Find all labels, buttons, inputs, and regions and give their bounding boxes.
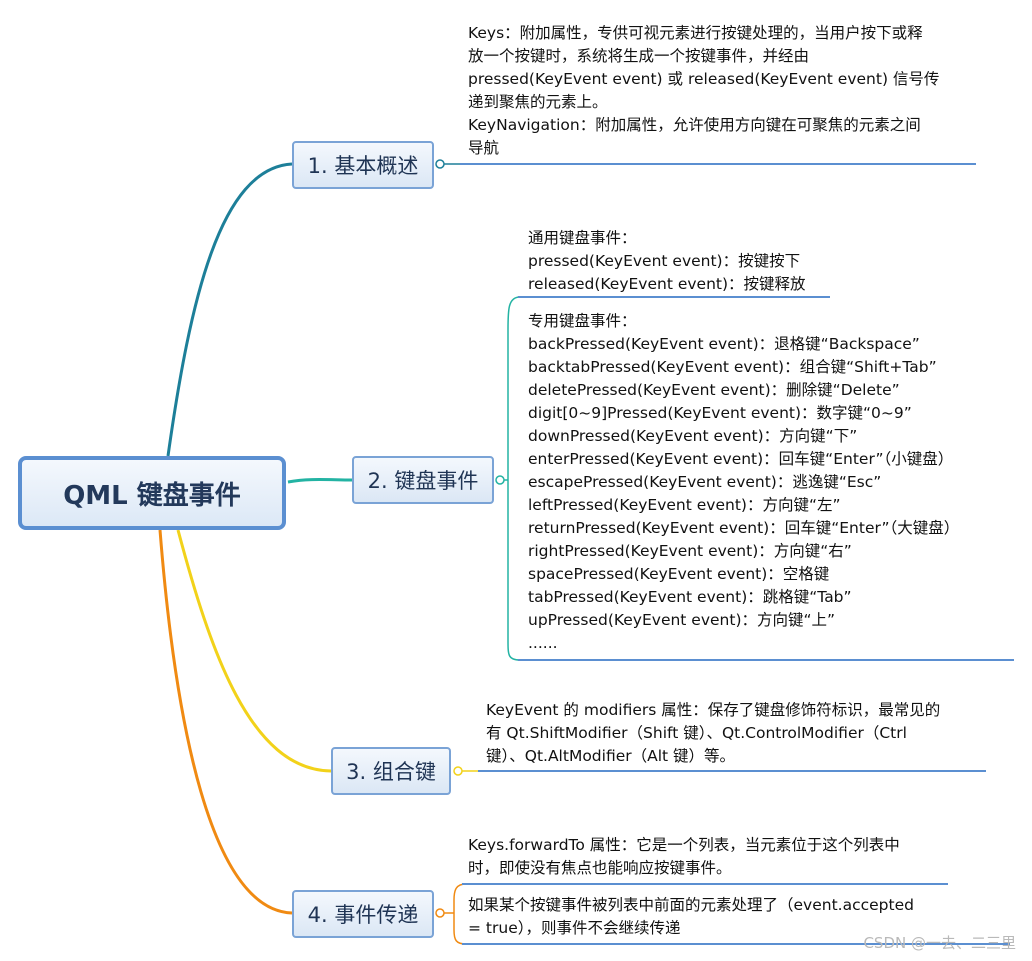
- text-line: spacePressed(KeyEvent event)：空格键: [528, 565, 830, 583]
- branch-node-basic-overview[interactable]: 1. 基本概述: [292, 141, 434, 189]
- branch-node-modifier-keys[interactable]: 3. 组合键: [331, 747, 451, 795]
- text-line: 专用键盘事件：: [528, 312, 637, 330]
- text-line: ......: [528, 634, 558, 652]
- text-line: leftPressed(KeyEvent event)：方向键“左”: [528, 496, 841, 514]
- topic-modifier-keys: KeyEvent 的 modifiers 属性：保存了键盘修饰符标识，最常见的 …: [486, 699, 940, 768]
- text-line: KeyEvent 的 modifiers 属性：保存了键盘修饰符标识，最常见的: [486, 701, 941, 719]
- connector-branch-1: [166, 162, 293, 457]
- connector-branch-2: [287, 478, 353, 484]
- text-line: deletePressed(KeyEvent event)：删除键“Delete…: [528, 381, 900, 399]
- branch-label: 4. 事件传递: [307, 903, 419, 927]
- root-node[interactable]: QML 键盘事件: [18, 456, 286, 530]
- branch-node-keyboard-events[interactable]: 2. 键盘事件: [352, 456, 494, 504]
- branch-4-bracket: [453, 883, 467, 945]
- text-line: returnPressed(KeyEvent event)：回车键“Enter”…: [528, 519, 960, 537]
- text-line: enterPressed(KeyEvent event)：回车键“Enter”（…: [528, 450, 954, 468]
- text-line: released(KeyEvent event)：按键释放: [528, 275, 806, 293]
- text-line: 时，即使没有焦点也能响应按键事件。: [468, 859, 732, 877]
- text-line: backtabPressed(KeyEvent event)：组合键“Shift…: [528, 358, 937, 376]
- text-line: Keys.forwardTo 属性：它是一个列表，当元素位于这个列表中: [468, 836, 900, 854]
- branch-node-event-forwarding[interactable]: 4. 事件传递: [292, 890, 434, 938]
- text-line: 递到聚焦的元素上。: [468, 93, 608, 111]
- branch-label: 2. 键盘事件: [367, 469, 479, 493]
- text-line: 导航: [468, 139, 500, 157]
- topic-general-key-events: 通用键盘事件： pressed(KeyEvent event)：按键按下 rel…: [528, 227, 806, 296]
- text-line: KeyNavigation：附加属性，允许使用方向键在可聚焦的元素之间: [468, 116, 921, 134]
- branch-1-joint: [435, 159, 445, 169]
- branch-2-joint: [495, 475, 505, 485]
- watermark: CSDN @一去、二三里: [863, 934, 1016, 952]
- connector-branch-4: [158, 529, 293, 915]
- text-line: 键）、Qt.AltModifier（Alt 键）等。: [486, 747, 736, 765]
- branch-2-bracket: [507, 296, 521, 661]
- text-line: 放一个按键时，系统将生成一个按键事件，并经由: [468, 47, 810, 65]
- topic-basic-overview: Keys：附加属性，专供可视元素进行按键处理的，当用户按下或释 放一个按键时，系…: [468, 22, 939, 160]
- text-line: = true），则事件不会继续传递: [468, 919, 681, 937]
- text-line: downPressed(KeyEvent event)：方向键“下”: [528, 427, 858, 445]
- text-line: escapePressed(KeyEvent event)：逃逸键“Esc”: [528, 473, 882, 491]
- text-line: pressed(KeyEvent event)：按键按下: [528, 252, 801, 270]
- topic-forward-to: Keys.forwardTo 属性：它是一个列表，当元素位于这个列表中 时，即使…: [468, 834, 900, 880]
- text-line: backPressed(KeyEvent event)：退格键“Backspac…: [528, 335, 920, 353]
- text-line: 通用键盘事件：: [528, 229, 637, 247]
- topic-special-key-events: 专用键盘事件： backPressed(KeyEvent event)：退格键“…: [528, 310, 959, 655]
- branch-4-joint: [435, 908, 445, 918]
- text-line: upPressed(KeyEvent event)：方向键“上”: [528, 611, 836, 629]
- branch-3-joint: [453, 766, 463, 776]
- branch-label: 3. 组合键: [346, 760, 436, 784]
- root-label: QML 键盘事件: [63, 480, 241, 511]
- text-line: 有 Qt.ShiftModifier（Shift 键）、Qt.ControlMo…: [486, 724, 907, 742]
- text-line: 如果某个按键事件被列表中前面的元素处理了（event.accepted: [468, 896, 914, 914]
- text-line: tabPressed(KeyEvent event)：跳格键“Tab”: [528, 588, 852, 606]
- branch-label: 1. 基本概述: [307, 154, 419, 178]
- topic-event-accepted: 如果某个按键事件被列表中前面的元素处理了（event.accepted = tr…: [468, 894, 914, 940]
- text-line: rightPressed(KeyEvent event)：方向键“右”: [528, 542, 852, 560]
- text-line: Keys：附加属性，专供可视元素进行按键处理的，当用户按下或释: [468, 24, 923, 42]
- text-line: digit[0~9]Pressed(KeyEvent event)：数字键“0~…: [528, 404, 912, 422]
- connector-branch-3: [176, 529, 332, 773]
- text-line: pressed(KeyEvent event) 或 released(KeyEv…: [468, 70, 940, 88]
